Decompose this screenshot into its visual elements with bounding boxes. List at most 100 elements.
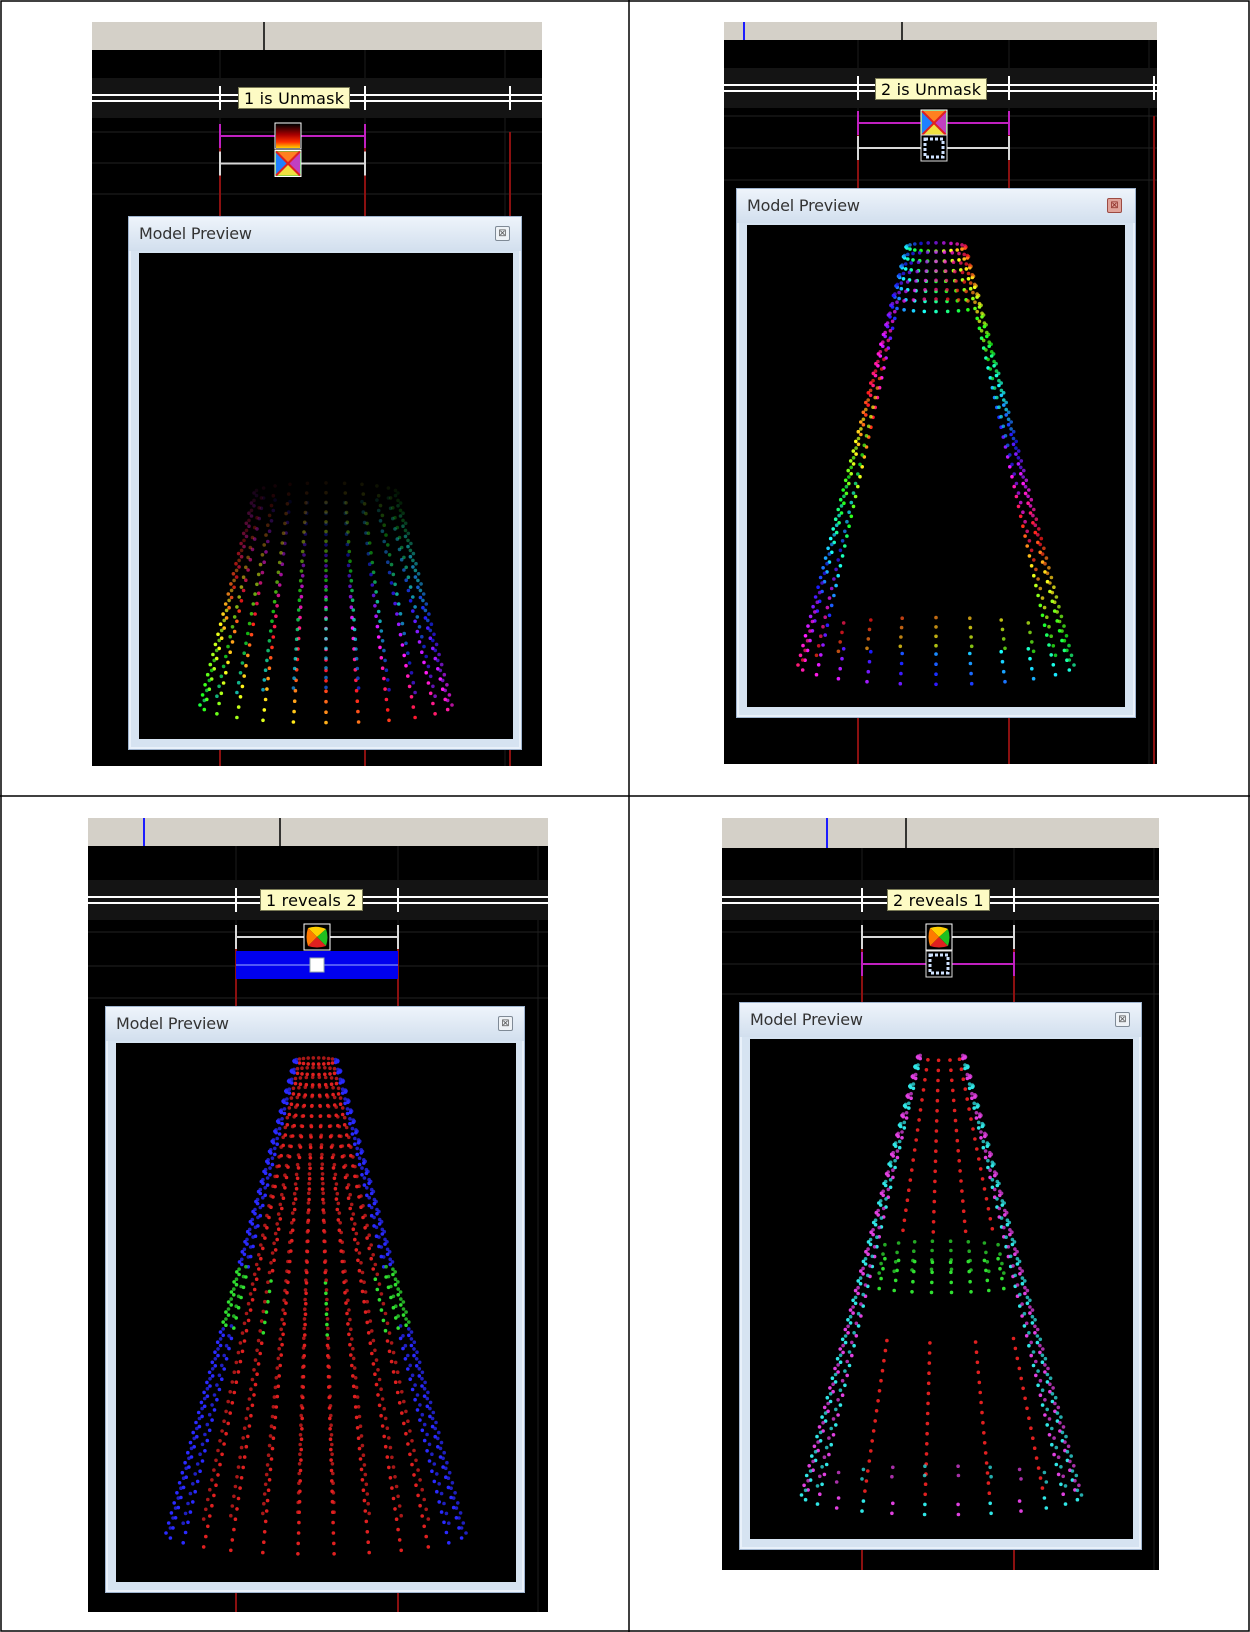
pixel-dot	[298, 1442, 302, 1447]
pixel-dot	[1032, 507, 1036, 512]
close-icon[interactable]: ⊠	[1107, 198, 1122, 213]
pixel-dot	[983, 1149, 988, 1153]
pixel-dot	[904, 1116, 909, 1120]
pixel-dot	[907, 1106, 911, 1110]
effect-label[interactable]: 2 reveals 1	[887, 889, 990, 911]
pixel-dot	[850, 1353, 854, 1358]
effect-label[interactable]: 1 is Unmask	[238, 87, 351, 109]
pixel-dot	[840, 539, 845, 543]
pixel-dot	[993, 1170, 997, 1174]
pixel-dot	[261, 1195, 265, 1200]
pixel-dot	[403, 528, 408, 533]
pixel-dot	[296, 617, 300, 622]
pixel-dot	[368, 1319, 373, 1323]
effect-label[interactable]: 2 is Unmask	[875, 78, 988, 100]
pixel-dot	[218, 1439, 222, 1443]
pixel-dot	[847, 475, 851, 479]
pixel-dot	[321, 1201, 326, 1205]
pixel-dot	[1002, 1225, 1006, 1230]
pixel-dot	[1036, 593, 1040, 598]
pixel-dot	[404, 663, 408, 668]
pixel-dot	[1027, 1331, 1031, 1335]
pixel-dot	[977, 1380, 982, 1385]
pixel-dot	[302, 520, 307, 525]
pixel-dot	[912, 1249, 916, 1253]
pixel-dot	[246, 555, 250, 560]
model-preview-titlebar[interactable]: Model Preview ⊠	[129, 217, 521, 251]
pixel-dot	[838, 1353, 843, 1358]
pixel-dot	[269, 1424, 274, 1428]
model-preview-window[interactable]: Model Preview ⊠	[739, 1002, 1142, 1550]
model-preview-window[interactable]: Model Preview ⊠	[105, 1006, 525, 1593]
pixel-dot	[406, 674, 410, 678]
pixel-dot	[843, 1327, 848, 1332]
pixel-dot	[949, 1290, 954, 1295]
close-icon[interactable]: ⊠	[498, 1016, 513, 1031]
pixel-dot	[834, 1480, 839, 1484]
pixel-dot	[898, 681, 903, 686]
pixel-dot	[345, 520, 350, 525]
pixel-dot	[318, 1094, 322, 1099]
pixel-dot	[258, 1329, 262, 1333]
pixel-dot	[1034, 1456, 1039, 1460]
pixel-dot	[367, 1550, 371, 1555]
pixel-dot	[299, 1423, 303, 1427]
pixel-dot	[418, 1403, 422, 1407]
pixel-dot	[228, 1411, 232, 1415]
pixel-dot	[888, 329, 893, 333]
pixel-dot	[961, 1209, 966, 1213]
pixel-dot	[367, 1511, 371, 1516]
pixel-dot	[406, 651, 410, 655]
model-preview-titlebar[interactable]: Model Preview ⊠	[740, 1003, 1141, 1037]
pixel-dot	[322, 1210, 326, 1215]
close-icon[interactable]: ⊠	[495, 226, 510, 241]
pixel-dot	[242, 1426, 247, 1430]
close-icon[interactable]: ⊠	[1115, 1012, 1130, 1027]
pixel-dot	[255, 1348, 259, 1353]
pixel-dot	[342, 1154, 346, 1158]
pixel-dot	[437, 1430, 441, 1435]
pixel-dot	[836, 573, 840, 578]
pixel-dot	[801, 643, 805, 648]
pixel-dot	[1044, 1480, 1049, 1484]
pixel-dot	[951, 1088, 955, 1093]
pixel-dot	[1011, 429, 1016, 434]
effect-label[interactable]: 1 reveals 2	[260, 889, 363, 911]
pixel-dot	[370, 560, 375, 565]
pixel-dot	[975, 1360, 980, 1365]
pixel-dot	[249, 1387, 253, 1391]
pixel-dot	[1072, 1464, 1076, 1468]
pixel-dot	[990, 1164, 995, 1168]
model-preview-window[interactable]: Model Preview ⊠	[736, 188, 1136, 718]
pixel-dot	[276, 1227, 281, 1231]
pixel-dot	[247, 1227, 252, 1232]
model-preview-window[interactable]: Model Preview ⊠	[128, 216, 522, 750]
pixel-dot	[271, 1184, 275, 1188]
pixel-dot	[820, 1415, 824, 1419]
pixel-dot	[1049, 634, 1053, 638]
pixel-dot	[242, 1455, 247, 1459]
pixel-dot	[1042, 1470, 1047, 1475]
pixel-dot	[262, 1530, 267, 1534]
pixel-dot	[1027, 488, 1031, 492]
pixel-dot	[1066, 1444, 1071, 1449]
pixel-dot	[838, 497, 843, 502]
pixel-dot	[402, 555, 406, 560]
pixel-dot	[976, 1120, 981, 1125]
pixel-dot	[1012, 472, 1016, 476]
pixel-dot	[261, 687, 265, 692]
pixel-dot	[1021, 481, 1025, 486]
pixel-dot	[997, 378, 1001, 383]
pixel-dot	[445, 683, 449, 687]
pixel-dot	[322, 1056, 326, 1060]
model-preview-titlebar[interactable]: Model Preview ⊠	[106, 1007, 524, 1041]
pixel-dot	[215, 1383, 219, 1387]
pixel-dot	[826, 546, 830, 551]
pixel-dot	[966, 277, 971, 281]
pixel-dot	[256, 1362, 261, 1366]
pixel-dot	[301, 563, 306, 568]
model-preview-titlebar[interactable]: Model Preview ⊠	[737, 189, 1135, 223]
pixel-dot	[368, 1341, 373, 1345]
pixel-dot	[447, 1470, 452, 1475]
pixel-dot	[252, 1287, 257, 1292]
